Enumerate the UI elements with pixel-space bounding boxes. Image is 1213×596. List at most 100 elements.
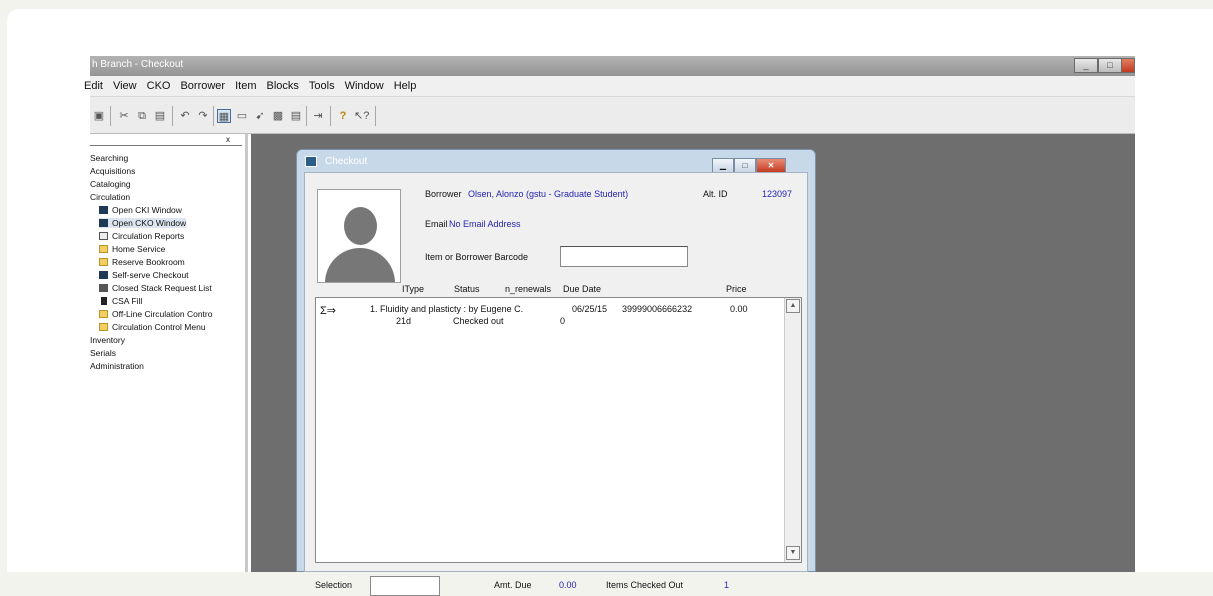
sidebar-item-administration[interactable]: Administration — [90, 361, 144, 371]
sidebar-item-searching[interactable]: Searching — [90, 153, 128, 163]
menu-view[interactable]: View — [113, 80, 137, 92]
toolbar-separator — [306, 106, 307, 126]
sidebar-item-open-cki[interactable]: Open CKI Window — [99, 205, 182, 215]
menu-window[interactable]: Window — [345, 80, 384, 92]
column-status: Status — [454, 284, 480, 294]
item-title[interactable]: 1. Fluidity and plasticty : by Eugene C. — [370, 304, 523, 314]
borrower-label: Borrower — [425, 189, 462, 199]
item-status: Checked out — [453, 316, 504, 326]
column-itype: IType — [402, 284, 425, 294]
sidebar-item-home-service[interactable]: Home Service — [99, 244, 165, 254]
email-label: Email — [425, 219, 448, 229]
menu-edit[interactable]: Edit — [84, 80, 103, 92]
item-barcode: 39999006666232 — [622, 304, 693, 314]
menu-borrower[interactable]: Borrower — [180, 80, 225, 92]
copy-icon[interactable]: ⧉ — [135, 109, 149, 123]
sidebar-item-self-serve-checkout[interactable]: Self-serve Checkout — [99, 270, 189, 280]
close-button[interactable] — [1122, 58, 1135, 73]
current-item-arrow-icon: Σ⇒ — [320, 305, 337, 317]
barcode-input[interactable] — [560, 246, 688, 267]
toolbar-separator — [330, 106, 331, 126]
sidebar-item-reserve-bookroom[interactable]: Reserve Bookroom — [99, 257, 185, 267]
window-controls: _ □ — [1074, 58, 1135, 74]
sidebar-item-label: CSA Fill — [112, 296, 143, 306]
checkout-minimize-button[interactable]: ▁ — [712, 158, 734, 173]
window-layout-icon[interactable]: ▦ — [217, 109, 231, 123]
sidebar-item-serials[interactable]: Serials — [90, 348, 116, 358]
toolbar-separator — [375, 106, 376, 126]
sidebar-item-open-cko[interactable]: Open CKO Window — [99, 218, 187, 228]
pointer-icon[interactable]: ➹ — [253, 109, 267, 123]
checkout-body: Borrower Olsen, Alonzo (gstu - Graduate … — [304, 172, 808, 596]
folder-icon — [99, 323, 108, 331]
sidebar-item-offline-circulation[interactable]: Off-Line Circulation Contro — [99, 309, 212, 319]
sidebar-item-csa-fill[interactable]: CSA Fill — [99, 296, 142, 306]
menu-tools[interactable]: Tools — [309, 80, 335, 92]
undo-icon[interactable]: ↶ — [178, 109, 192, 123]
page-margin — [1135, 56, 1213, 572]
sidebar-item-label: Open CKI Window — [112, 205, 182, 215]
cut-icon[interactable]: ✂ — [117, 109, 131, 123]
print-icon[interactable]: ▣ — [92, 109, 106, 123]
minimize-button[interactable]: _ — [1074, 58, 1098, 73]
column-due-date: Due Date — [563, 284, 602, 294]
context-help-icon[interactable]: ↖? — [354, 109, 369, 123]
sidebar-item-inventory[interactable]: Inventory — [90, 335, 125, 345]
amount-due-value: 0.00 — [559, 580, 577, 590]
redo-icon[interactable]: ↷ — [196, 109, 210, 123]
checkout-close-button[interactable]: ✕ — [756, 158, 786, 173]
paste-icon[interactable]: ▤ — [153, 109, 167, 123]
help-icon[interactable]: ? — [336, 109, 350, 123]
sidebar-item-closed-stack[interactable]: Closed Stack Request List — [99, 283, 212, 293]
checkout-window-icon — [305, 156, 317, 167]
form-icon[interactable]: ▤ — [289, 109, 303, 123]
email-value: No Email Address — [449, 219, 521, 229]
app-title-bar: h Branch - Checkout — [90, 56, 1135, 76]
toolbar: ▣ ✂ ⧉ ▤ ↶ ↷ ▦ ▭ ➹ ▩ ▤ ⇥ ? ↖? — [90, 97, 1135, 134]
network-icon[interactable]: ▩ — [271, 109, 285, 123]
sidebar-item-acquisitions[interactable]: Acquisitions — [90, 166, 135, 176]
checkout-title: Checkout — [325, 156, 368, 167]
sidebar-item-cataloging[interactable]: Cataloging — [90, 179, 131, 189]
alt-id-label: Alt. ID — [703, 189, 728, 199]
panel-header — [90, 136, 242, 146]
checkout-maximize-button[interactable]: □ — [734, 158, 756, 173]
panel-close-icon[interactable]: x — [226, 135, 230, 144]
folder-icon — [99, 258, 108, 266]
sidebar-item-label: Circulation Control Menu — [112, 322, 206, 332]
barcode-label: Item or Borrower Barcode — [425, 252, 529, 262]
folder-icon — [99, 310, 108, 318]
menu-blocks[interactable]: Blocks — [267, 80, 299, 92]
report-icon — [99, 232, 108, 240]
toolbar-separator — [110, 106, 111, 126]
export-icon[interactable]: ⇥ — [311, 109, 325, 123]
sidebar-item-label: Reserve Bookroom — [112, 257, 185, 267]
borrower-photo — [317, 189, 401, 283]
selection-input[interactable] — [370, 576, 440, 596]
avatar-body — [325, 248, 395, 282]
item-price: 0.00 — [730, 304, 748, 314]
alt-id-value: 123097 — [762, 189, 793, 199]
toolbar-separator — [213, 106, 214, 126]
items-checked-out-label: Items Checked Out — [606, 580, 684, 590]
list-scrollbar[interactable]: ▲ ▼ — [784, 298, 801, 562]
sidebar-item-label: Self-serve Checkout — [112, 270, 189, 280]
maximize-button[interactable]: □ — [1098, 58, 1122, 73]
window-icon — [99, 206, 108, 214]
tile-icon[interactable]: ▭ — [235, 109, 249, 123]
sidebar-item-circulation[interactable]: Circulation — [90, 192, 130, 202]
borrower-name[interactable]: Olsen, Alonzo (gstu - Graduate Student) — [468, 189, 628, 199]
scroll-down-arrow-icon[interactable]: ▼ — [786, 546, 800, 560]
menu-cko[interactable]: CKO — [147, 80, 171, 92]
item-renewals: 0 — [560, 316, 566, 326]
app-title: h Branch - Checkout — [92, 59, 184, 70]
checkout-items-list[interactable]: Σ⇒ 1. Fluidity and plasticty : by Eugene… — [315, 297, 802, 563]
menu-help[interactable]: Help — [394, 80, 417, 92]
scroll-up-arrow-icon[interactable]: ▲ — [786, 299, 800, 313]
window-icon — [99, 219, 108, 227]
menu-item[interactable]: Item — [235, 80, 256, 92]
checkout-window: Checkout ▁ □ ✕ Borrower Olsen, Alonzo (g… — [296, 149, 816, 596]
sidebar-item-circulation-control[interactable]: Circulation Control Menu — [99, 322, 206, 332]
sidebar-item-circulation-reports[interactable]: Circulation Reports — [99, 231, 184, 241]
sidebar-item-label: Circulation Reports — [112, 231, 185, 241]
